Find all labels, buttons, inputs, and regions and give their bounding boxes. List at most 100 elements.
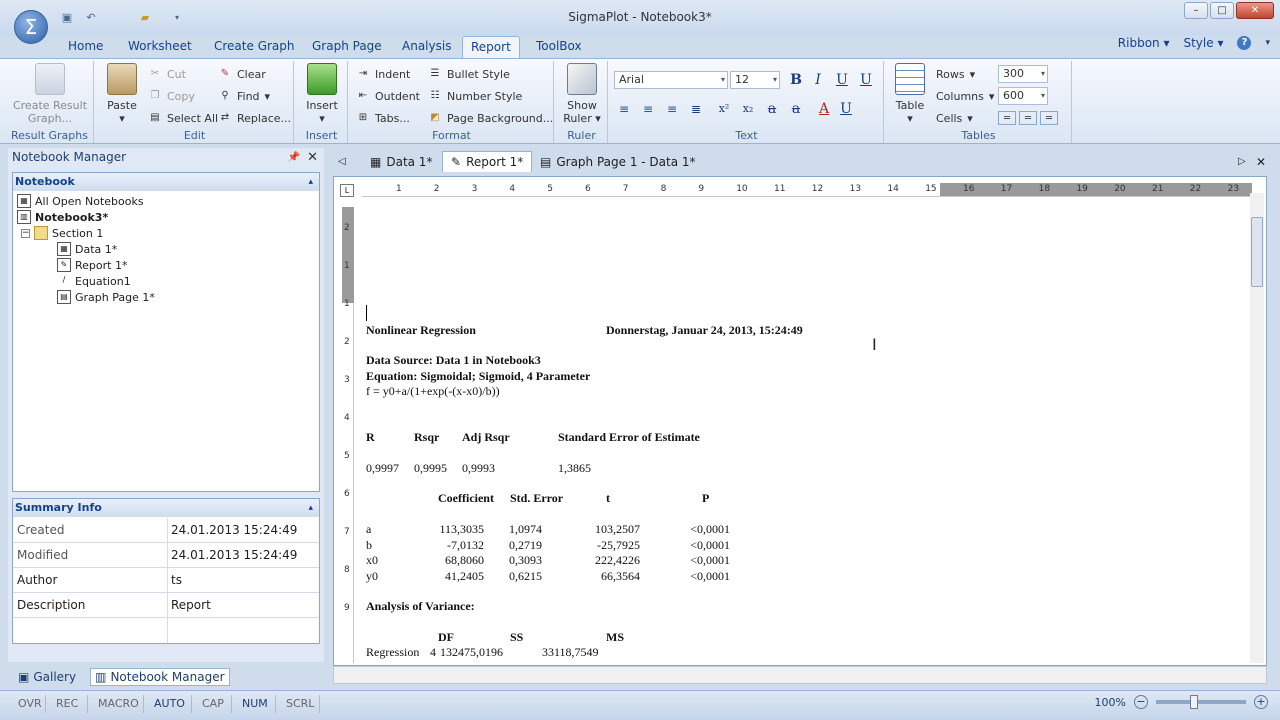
- tree-item-all-open-notebooks[interactable]: ▦ All Open Notebooks: [17, 193, 144, 209]
- maximize-button[interactable]: □: [1210, 2, 1234, 19]
- coef-header: Std. Error: [510, 491, 564, 505]
- tab-toolbox[interactable]: ToolBox: [528, 36, 590, 58]
- fit-value: 0,9997: [366, 461, 399, 475]
- page-background-button[interactable]: ◩ Page Background...: [428, 109, 553, 127]
- align-left-icon[interactable]: ≡: [614, 99, 634, 119]
- align-right-icon[interactable]: ≡: [662, 99, 682, 119]
- copy-button[interactable]: ❐ Copy: [148, 87, 195, 105]
- zoom-slider[interactable]: [1156, 695, 1246, 709]
- font-size-select[interactable]: 12 ▾: [730, 71, 780, 89]
- tab-notebook-manager[interactable]: ▥ Notebook Manager: [90, 668, 230, 686]
- rows-button[interactable]: Rows ▾: [936, 65, 975, 83]
- summary-row-author[interactable]: Author ts: [13, 568, 319, 593]
- underline-color-icon[interactable]: U: [836, 99, 856, 119]
- zoom-out-icon[interactable]: −: [1134, 695, 1148, 709]
- font-color-icon[interactable]: A: [814, 99, 834, 119]
- clear-button[interactable]: ✎ Clear: [218, 65, 266, 83]
- cut-button[interactable]: ✂ Cut: [148, 65, 186, 83]
- tab-create-graph[interactable]: Create Graph: [206, 36, 303, 58]
- tree-item-data-1[interactable]: ▦ Data 1*: [57, 241, 117, 257]
- report-editor[interactable]: L 1 2 3 4 5 6 7 8 9 10 11 12 13 14 15 16 17 18 19 20 21 22 23 …: [333, 176, 1267, 666]
- tree-item-section-1[interactable]: − Section 1: [21, 225, 103, 241]
- columns-button[interactable]: Columns ▾: [936, 87, 994, 105]
- ribbon-menu[interactable]: Ribbon ▾: [1118, 36, 1170, 50]
- create-result-graph-button[interactable]: Create Result Graph...: [10, 63, 90, 125]
- tab-graph-page[interactable]: Graph Page: [304, 36, 390, 58]
- minimize-button[interactable]: –: [1184, 2, 1208, 19]
- tree-item-report-1[interactable]: ✎ Report 1*: [57, 257, 127, 273]
- replace-button[interactable]: ⇄ Replace...: [218, 109, 291, 127]
- cells-button[interactable]: Cells ▾: [936, 109, 973, 127]
- tabs-icon: ⊞: [358, 112, 368, 123]
- tree-item-graph-page-1[interactable]: ▤ Graph Page 1*: [57, 289, 155, 305]
- indent-button[interactable]: ⇥ Indent: [356, 65, 410, 83]
- justify-icon[interactable]: ≣: [686, 99, 706, 119]
- tab-graph-page-1[interactable]: ▤ Graph Page 1 - Data 1*: [532, 151, 704, 172]
- collapse-icon[interactable]: −: [21, 228, 30, 238]
- subscript-icon[interactable]: x₂: [738, 99, 758, 119]
- notebook-section-header[interactable]: Notebook ▴: [13, 173, 319, 191]
- outdent-button[interactable]: ⇤ Outdent: [356, 87, 420, 105]
- tab-worksheet[interactable]: Worksheet: [120, 36, 200, 58]
- table-border-buttons[interactable]: ═ ═ ═: [998, 109, 1058, 127]
- double-underline-button[interactable]: U: [856, 70, 876, 90]
- summary-info-box: Summary Info ▴ Created 24.01.2013 15:24:49…: [12, 498, 320, 644]
- close-panel-icon[interactable]: ✕: [307, 150, 318, 165]
- report-page[interactable]: I Nonlinear Regression Donnerstag, Janua…: [366, 195, 1244, 665]
- horizontal-scrollbar[interactable]: [333, 666, 1267, 684]
- tree-item-equation1[interactable]: ∕ Equation1: [57, 273, 131, 289]
- tab-scroll-left-icon[interactable]: ◁: [330, 151, 354, 172]
- double-strikethrough-icon[interactable]: a: [786, 99, 806, 119]
- close-button[interactable]: ✕: [1236, 2, 1274, 19]
- style-menu[interactable]: Style ▾: [1183, 36, 1223, 50]
- tab-report-1[interactable]: ✎ Report 1*: [442, 151, 533, 172]
- tabs-button[interactable]: ⊞ Tabs...: [356, 109, 410, 127]
- ribbon-collapse-icon[interactable]: ▾: [1265, 38, 1270, 48]
- table-button[interactable]: Table ▾: [892, 63, 928, 125]
- paste-button[interactable]: Paste ▾: [102, 63, 142, 125]
- help-icon[interactable]: ?: [1237, 36, 1252, 50]
- vertical-scrollbar[interactable]: [1250, 193, 1264, 663]
- summary-value[interactable]: Report: [171, 598, 211, 612]
- rows-input[interactable]: 300 ▾: [998, 65, 1048, 83]
- superscript-icon[interactable]: x²: [714, 99, 734, 119]
- tab-gallery[interactable]: ▣ Gallery: [14, 669, 80, 685]
- underline-button[interactable]: U: [832, 70, 852, 90]
- strikethrough-icon[interactable]: a: [762, 99, 782, 119]
- summary-row-description[interactable]: Description Report: [13, 593, 319, 618]
- bullet-style-button[interactable]: ☰ Bullet Style: [428, 65, 510, 83]
- summary-value[interactable]: ts: [171, 573, 182, 587]
- tab-report[interactable]: Report: [462, 36, 520, 58]
- zoom-in-icon[interactable]: +: [1254, 695, 1268, 709]
- close-document-icon[interactable]: ✕: [1248, 151, 1274, 172]
- tab-analysis[interactable]: Analysis: [394, 36, 459, 58]
- columns-input[interactable]: 600 ▾: [998, 87, 1048, 105]
- vertical-ruler[interactable]: 2 1 1 2 3 4 5 6 7 8 9: [342, 207, 354, 663]
- show-ruler-button[interactable]: Show Ruler ▾: [562, 63, 602, 125]
- summary-info-header[interactable]: Summary Info ▴: [13, 499, 319, 517]
- number-style-button[interactable]: ☷ Number Style: [428, 87, 523, 105]
- align-center-icon[interactable]: ≡: [638, 99, 658, 119]
- group-label: Result Graphs: [11, 129, 88, 142]
- insert-button[interactable]: Insert ▾: [302, 63, 342, 125]
- ruler-number: 18: [1038, 184, 1051, 194]
- application-menu-button[interactable]: Σ: [14, 10, 48, 44]
- tree-item-notebook3[interactable]: ▥ Notebook3*: [17, 209, 108, 225]
- font-family-select[interactable]: Arial ▾: [614, 71, 728, 89]
- select-all-icon: ▤: [150, 112, 160, 123]
- pin-icon[interactable]: 📌: [288, 152, 300, 163]
- tab-data-1[interactable]: ▦ Data 1*: [362, 151, 440, 172]
- tab-home[interactable]: Home: [60, 36, 111, 58]
- group-label: Tables: [961, 129, 996, 142]
- find-button[interactable]: ⚲ Find ▾: [218, 87, 270, 105]
- tab-stop-selector[interactable]: L: [340, 184, 354, 197]
- scrollbar-thumb[interactable]: [1251, 217, 1263, 287]
- border-top-icon[interactable]: ═: [998, 111, 1016, 125]
- group-label: Edit: [183, 129, 206, 142]
- zoom-slider-knob[interactable]: [1190, 695, 1198, 709]
- border-bottom-icon[interactable]: ═: [1040, 111, 1058, 125]
- bold-button[interactable]: B: [786, 70, 806, 90]
- italic-button[interactable]: I: [808, 70, 828, 90]
- select-all-button[interactable]: ▤ Select All: [148, 109, 218, 127]
- border-middle-icon[interactable]: ═: [1019, 111, 1037, 125]
